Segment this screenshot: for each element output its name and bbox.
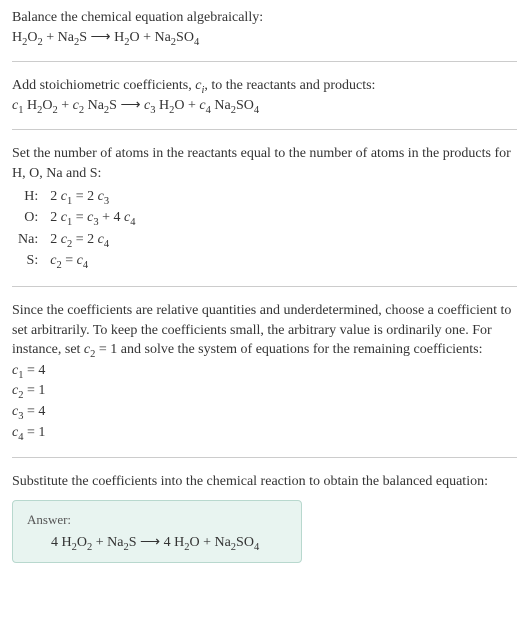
answer-label: Answer: <box>27 511 287 529</box>
section-balance: Balance the chemical equation algebraica… <box>12 8 517 62</box>
element-equation: c2 = c4 <box>44 250 141 272</box>
coefficient-list: c1 = 4 c2 = 1 c3 = 4 c4 = 1 <box>12 361 517 442</box>
table-row: O: 2 c1 = c3 + 4 c4 <box>12 207 141 229</box>
section-title: Since the coefficients are relative quan… <box>12 301 517 360</box>
section-solve: Since the coefficients are relative quan… <box>12 301 517 458</box>
element-label: H: <box>12 186 44 208</box>
atom-equation-table: H: 2 c1 = 2 c3 O: 2 c1 = c3 + 4 c4 Na: 2… <box>12 186 141 272</box>
equation: H2O2 + Na2S ⟶ H2O + Na2SO4 <box>12 28 517 48</box>
section-atom-equations: Set the number of atoms in the reactants… <box>12 144 517 287</box>
coefficient-value: c4 = 1 <box>12 423 517 443</box>
answer-box: Answer: 4 H2O2 + Na2S ⟶ 4 H2O + Na2SO4 <box>12 500 302 564</box>
coefficient-value: c3 = 4 <box>12 402 517 422</box>
section-substitute: Substitute the coefficients into the che… <box>12 472 517 563</box>
answer-equation: 4 H2O2 + Na2S ⟶ 4 H2O + Na2SO4 <box>27 533 287 553</box>
coefficient-value: c2 = 1 <box>12 381 517 401</box>
equation: c1 H2O2 + c2 Na2S ⟶ c3 H2O + c4 Na2SO4 <box>12 96 517 116</box>
element-equation: 2 c1 = c3 + 4 c4 <box>44 207 141 229</box>
table-row: Na: 2 c2 = 2 c4 <box>12 229 141 251</box>
section-stoichiometric: Add stoichiometric coefficients, ci, to … <box>12 76 517 130</box>
coefficient-value: c1 = 4 <box>12 361 517 381</box>
table-row: S: c2 = c4 <box>12 250 141 272</box>
element-equation: 2 c1 = 2 c3 <box>44 186 141 208</box>
section-title: Set the number of atoms in the reactants… <box>12 144 517 183</box>
element-label: S: <box>12 250 44 272</box>
element-label: Na: <box>12 229 44 251</box>
element-label: O: <box>12 207 44 229</box>
section-title: Add stoichiometric coefficients, ci, to … <box>12 76 517 96</box>
section-title: Substitute the coefficients into the che… <box>12 472 517 492</box>
section-title: Balance the chemical equation algebraica… <box>12 8 517 28</box>
table-row: H: 2 c1 = 2 c3 <box>12 186 141 208</box>
element-equation: 2 c2 = 2 c4 <box>44 229 141 251</box>
